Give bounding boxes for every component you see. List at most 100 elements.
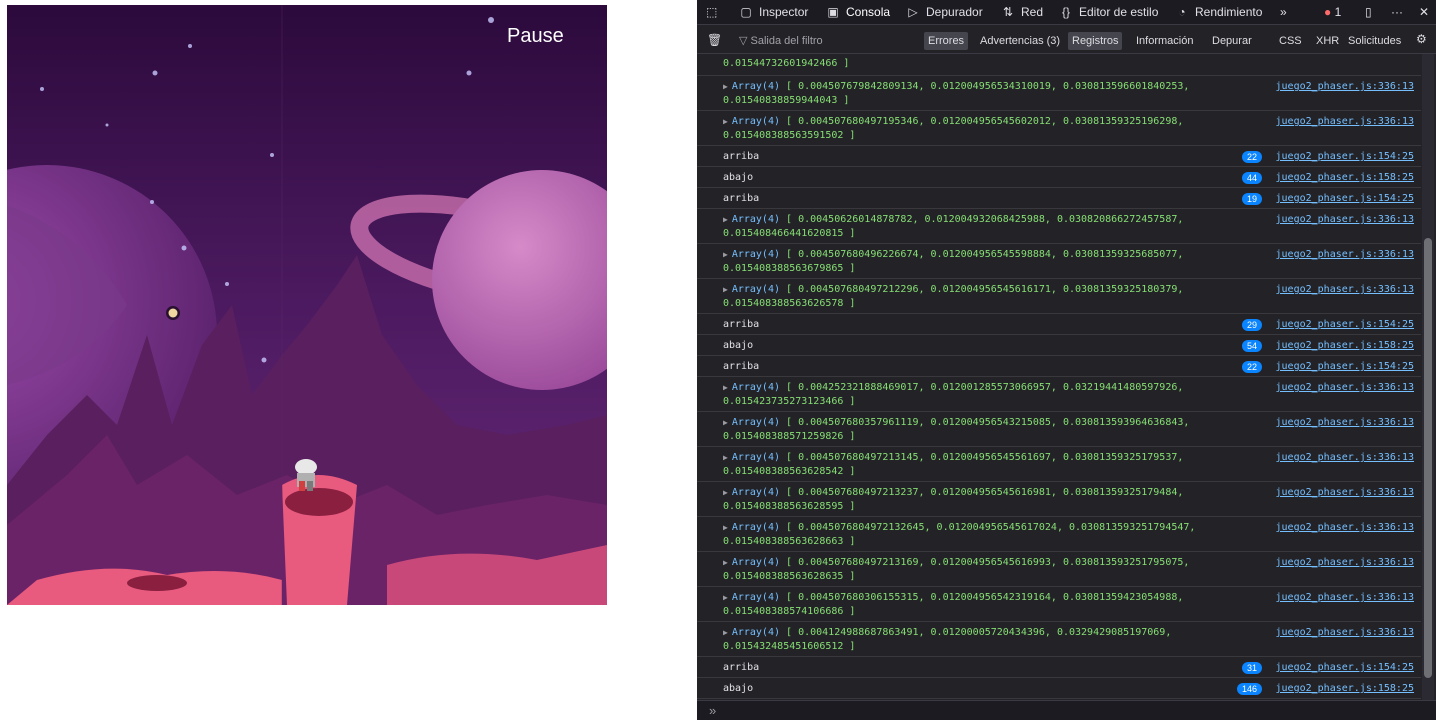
expand-triangle-icon[interactable]: ▶ — [723, 285, 728, 294]
source-link[interactable]: juego2_phaser.js:336:13 — [1276, 283, 1414, 297]
array-label: Array(4) — [731, 522, 780, 533]
filter-informacion[interactable]: Información — [1132, 32, 1197, 50]
array-values-line1: [ 0.004252321888469017, 0.01200128557306… — [786, 382, 1184, 393]
log-row[interactable]: arriba 22 juego2_phaser.js:154:25 — [697, 146, 1421, 167]
log-row[interactable]: ▶ Array(4) [ 0.004507680306155315, 0.0120… — [697, 587, 1421, 622]
log-row[interactable]: abajo 146 juego2_phaser.js:158:25 — [697, 678, 1421, 699]
source-link[interactable]: juego2_phaser.js:336:13 — [1276, 556, 1414, 570]
expand-triangle-icon[interactable]: ▶ — [723, 488, 728, 497]
log-row[interactable]: abajo 44 juego2_phaser.js:158:25 — [697, 167, 1421, 188]
source-link[interactable]: juego2_phaser.js:154:25 — [1276, 360, 1414, 374]
filter-css[interactable]: CSS — [1275, 32, 1306, 50]
trash-icon[interactable]: 🗑 — [707, 33, 722, 47]
source-link[interactable]: juego2_phaser.js:336:13 — [1276, 591, 1414, 605]
close-icon[interactable]: ✕ — [1419, 0, 1429, 24]
filter-input[interactable]: ▽ Salida del filtro — [739, 32, 909, 50]
element-picker-icon[interactable]: ⬚ — [706, 0, 717, 24]
log-row[interactable]: arriba 22 juego2_phaser.js:154:25 — [697, 356, 1421, 377]
console-scrollbar[interactable] — [1422, 54, 1434, 700]
log-message: ▶ Array(4) [ 0.004507680497212296, 0.0120… — [723, 283, 1223, 311]
array-values-line1: [ 0.00450626014878782, 0.012004932068425… — [786, 214, 1184, 225]
array-values-line1: [ 0.004507680496226674, 0.01200495654559… — [786, 249, 1184, 260]
array-values-line1: [ 0.004507680497213237, 0.01200495654561… — [786, 487, 1184, 498]
log-message: ▶ Array(4) [ 0.004507680357961119, 0.0120… — [723, 416, 1223, 444]
filter-depurar[interactable]: Depurar — [1208, 32, 1256, 50]
log-row[interactable]: arriba 29 juego2_phaser.js:154:25 — [697, 314, 1421, 335]
filter-registros[interactable]: Registros — [1068, 32, 1123, 50]
log-row[interactable]: arriba 31 juego2_phaser.js:154:25 — [697, 657, 1421, 678]
log-row[interactable]: ▶ Array(4) [ 0.004252321888469017, 0.0120… — [697, 377, 1421, 412]
error-indicator[interactable]: ● 1 — [1324, 0, 1341, 24]
log-row[interactable]: ▶ Array(4) [ 0.004507679842809134, 0.0120… — [697, 76, 1421, 111]
log-row[interactable]: ▶ Array(4) [ 0.004507680357961119, 0.0120… — [697, 412, 1421, 447]
expand-triangle-icon[interactable]: ▶ — [723, 117, 728, 126]
source-link[interactable]: juego2_phaser.js:336:13 — [1276, 213, 1414, 227]
log-message: ▶ Array(4) [ 0.004252321888469017, 0.0120… — [723, 381, 1223, 409]
tab-style-editor[interactable]: {} Editor de estilo — [1059, 0, 1158, 24]
source-link[interactable]: juego2_phaser.js:154:25 — [1276, 318, 1414, 332]
pause-button[interactable]: Pause — [507, 25, 564, 48]
player-sprite — [295, 459, 317, 491]
source-link[interactable]: juego2_phaser.js:336:13 — [1276, 115, 1414, 129]
expand-triangle-icon[interactable]: ▶ — [723, 523, 728, 532]
settings-gear-icon[interactable]: ⚙ — [1416, 32, 1427, 46]
log-row[interactable]: ▶ Array(4) [ 0.004507680497212296, 0.0120… — [697, 279, 1421, 314]
source-link[interactable]: juego2_phaser.js:154:25 — [1276, 192, 1414, 206]
expand-triangle-icon[interactable]: ▶ — [723, 558, 728, 567]
log-row[interactable]: ▶ Array(4) [ 0.00450626014878782, 0.01200… — [697, 209, 1421, 244]
filter-icon: ▽ — [739, 35, 751, 47]
expand-triangle-icon[interactable]: ▶ — [723, 215, 728, 224]
tab-console[interactable]: ▣ Consola — [826, 0, 890, 24]
expand-triangle-icon[interactable]: ▶ — [723, 82, 728, 91]
source-link[interactable]: juego2_phaser.js:158:25 — [1276, 171, 1414, 185]
tab-network[interactable]: ⇅ Red — [1001, 0, 1043, 24]
log-row[interactable]: ▶ Array(4) [ 0.004507680497195346, 0.0120… — [697, 111, 1421, 146]
log-message: ▶ Array(4) [ 0.004507680496226674, 0.0120… — [723, 248, 1223, 276]
tab-debugger[interactable]: ▷ Depurador — [906, 0, 982, 24]
array-values-line2: 0.015432485451606512 ] — [723, 641, 856, 652]
expand-triangle-icon[interactable]: ▶ — [723, 628, 728, 637]
log-row[interactable]: arriba 19 juego2_phaser.js:154:25 — [697, 188, 1421, 209]
source-link[interactable]: juego2_phaser.js:336:13 — [1276, 451, 1414, 465]
source-link[interactable]: juego2_phaser.js:154:25 — [1276, 661, 1414, 675]
source-link[interactable]: juego2_phaser.js:336:13 — [1276, 416, 1414, 430]
expand-triangle-icon[interactable]: ▶ — [723, 250, 728, 259]
log-row[interactable]: ▶ Array(4) [ 0.004507680497213145, 0.0120… — [697, 447, 1421, 482]
filter-errores[interactable]: Errores — [924, 32, 969, 50]
log-row[interactable]: ▶ Array(4) [ 0.004507680497213237, 0.0120… — [697, 482, 1421, 517]
log-row[interactable]: ▶ Array(4) [ 0.0045076804972132645, 0.012… — [697, 517, 1421, 552]
tab-inspector[interactable]: ▢ Inspector — [739, 0, 808, 24]
expand-triangle-icon[interactable]: ▶ — [723, 383, 728, 392]
more-tabs-icon[interactable]: » — [1280, 0, 1287, 24]
expand-triangle-icon[interactable]: ▶ — [723, 593, 728, 602]
filter-solicitudes[interactable]: Solicitudes — [1344, 32, 1405, 50]
dock-icon[interactable]: ▯ — [1365, 0, 1372, 24]
expand-triangle-icon[interactable]: ▶ — [723, 453, 728, 462]
source-link[interactable]: juego2_phaser.js:158:25 — [1276, 339, 1414, 353]
source-link[interactable]: juego2_phaser.js:154:25 — [1276, 150, 1414, 164]
expand-triangle-icon[interactable]: ▶ — [723, 418, 728, 427]
source-link[interactable]: juego2_phaser.js:336:13 — [1276, 248, 1414, 262]
console-input[interactable]: » — [697, 700, 1436, 720]
array-values-line2: 0.015408388563626578 ] — [723, 298, 856, 309]
log-row[interactable]: ▶ Array(4) [ 0.004124988687863491, 0.0120… — [697, 622, 1421, 657]
scrollbar-thumb[interactable] — [1424, 238, 1432, 678]
filter-xhr[interactable]: XHR — [1312, 32, 1343, 50]
filter-advertencias[interactable]: Advertencias (3) — [976, 32, 1064, 50]
log-message: abajo — [723, 683, 754, 694]
source-link[interactable]: juego2_phaser.js:336:13 — [1276, 486, 1414, 500]
log-row[interactable]: ▶ Array(4) [ 0.004507680496226674, 0.0120… — [697, 244, 1421, 279]
log-row[interactable]: ▶ Array(4) [ 0.004507680497213169, 0.0120… — [697, 552, 1421, 587]
log-message: arriba — [723, 193, 760, 204]
tab-performance[interactable]: ◔ Rendimiento — [1175, 0, 1262, 24]
source-link[interactable]: juego2_phaser.js:336:13 — [1276, 521, 1414, 535]
source-link[interactable]: juego2_phaser.js:336:13 — [1276, 80, 1414, 94]
log-row[interactable]: abajo 54 juego2_phaser.js:158:25 — [697, 335, 1421, 356]
source-link[interactable]: juego2_phaser.js:158:25 — [1276, 682, 1414, 696]
game-canvas[interactable]: Pause — [7, 5, 607, 605]
array-values-line2: 0.015408388563628542 ] — [723, 466, 856, 477]
source-link[interactable]: juego2_phaser.js:336:13 — [1276, 381, 1414, 395]
array-values-line2: 0.015408388563591502 ] — [723, 130, 856, 141]
more-options-icon[interactable]: ··· — [1391, 0, 1403, 24]
source-link[interactable]: juego2_phaser.js:336:13 — [1276, 626, 1414, 640]
